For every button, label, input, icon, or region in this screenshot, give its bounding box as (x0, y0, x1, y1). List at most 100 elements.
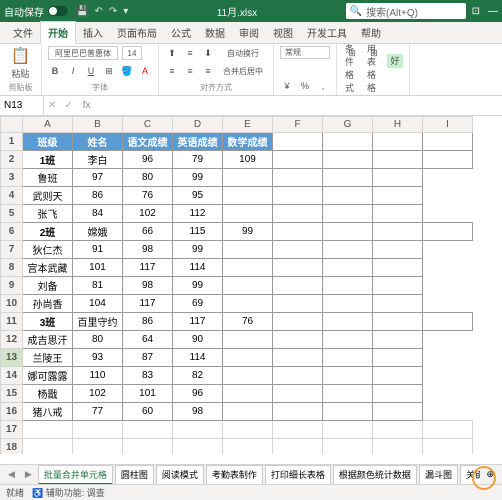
data-cell[interactable]: 99 (223, 223, 273, 241)
search-box[interactable]: 🔍 搜索(Alt+Q) (346, 3, 466, 19)
ribbon-options-icon[interactable]: ⊡ (472, 6, 480, 17)
enter-icon[interactable]: ✓ (60, 100, 76, 111)
currency-icon[interactable]: ¥ (280, 79, 294, 93)
data-cell[interactable]: 82 (173, 367, 223, 385)
select-all-cell[interactable] (1, 117, 23, 133)
sheet-tab[interactable]: 圆柱图 (115, 465, 154, 485)
data-cell[interactable]: 60 (123, 403, 173, 421)
class-cell[interactable]: 2班 (23, 223, 73, 241)
data-cell[interactable]: 102 (73, 385, 123, 403)
font-color-button[interactable]: A (138, 64, 152, 78)
data-cell[interactable]: 112 (173, 205, 223, 223)
col-header-F[interactable]: F (273, 117, 323, 133)
redo-icon[interactable]: ↷ (109, 6, 117, 17)
data-cell[interactable]: 98 (173, 403, 223, 421)
data-cell[interactable]: 90 (173, 331, 223, 349)
font-size-select[interactable]: 14 (122, 46, 142, 60)
data-cell[interactable]: 117 (123, 295, 173, 313)
class-cell[interactable]: 3班 (23, 313, 73, 331)
font-name-select[interactable]: 阿里巴巴普惠体 (48, 46, 118, 60)
conditional-format-button[interactable]: ⊞条件格式 (343, 46, 361, 75)
data-cell[interactable]: 87 (123, 349, 173, 367)
row-header-8[interactable]: 8 (1, 259, 23, 277)
tab-公式[interactable]: 公式 (164, 22, 198, 43)
data-cell[interactable]: 宫本武藏 (23, 259, 73, 277)
align-center-icon[interactable]: ≡ (183, 64, 197, 78)
format-table-button[interactable]: ⊞套用表格格式 (365, 46, 383, 75)
row-header-17[interactable]: 17 (1, 421, 23, 439)
col-header-I[interactable]: I (423, 117, 473, 133)
data-cell[interactable]: 97 (73, 169, 123, 187)
row-header-18[interactable]: 18 (1, 439, 23, 455)
data-cell[interactable]: 110 (73, 367, 123, 385)
row-header-16[interactable]: 16 (1, 403, 23, 421)
data-cell[interactable]: 猪八戒 (23, 403, 73, 421)
border-button[interactable]: ⊞ (102, 64, 116, 78)
undo-icon[interactable]: ↶ (94, 6, 102, 17)
sheet-tab[interactable]: 考勤表制作 (206, 465, 263, 485)
sheet-tab[interactable]: 根据颜色统计数据 (333, 465, 417, 485)
class-cell[interactable]: 1班 (23, 151, 73, 169)
col-header-H[interactable]: H (373, 117, 423, 133)
col-header-C[interactable]: C (123, 117, 173, 133)
row-header-14[interactable]: 14 (1, 367, 23, 385)
data-cell[interactable]: 99 (173, 169, 223, 187)
table-header[interactable]: 语文成绩 (123, 133, 173, 151)
data-cell[interactable]: 79 (173, 151, 223, 169)
tab-开始[interactable]: 开始 (40, 21, 76, 44)
data-cell[interactable]: 114 (173, 259, 223, 277)
data-cell[interactable]: 兰陵王 (23, 349, 73, 367)
align-middle-icon[interactable]: ≡ (183, 46, 197, 60)
sheet-tab[interactable]: 阅读模式 (156, 465, 204, 485)
data-cell[interactable]: 99 (173, 277, 223, 295)
data-cell[interactable]: 李白 (73, 151, 123, 169)
underline-button[interactable]: U (84, 64, 98, 78)
data-cell[interactable]: 76 (123, 187, 173, 205)
data-cell[interactable]: 98 (123, 241, 173, 259)
row-header-6[interactable]: 6 (1, 223, 23, 241)
italic-button[interactable]: I (66, 64, 80, 78)
data-cell[interactable]: 孙尚香 (23, 295, 73, 313)
table-header[interactable]: 姓名 (73, 133, 123, 151)
row-header-4[interactable]: 4 (1, 187, 23, 205)
data-cell[interactable]: 76 (223, 313, 273, 331)
tab-开发工具[interactable]: 开发工具 (300, 22, 354, 43)
data-cell[interactable]: 83 (123, 367, 173, 385)
data-cell[interactable]: 81 (73, 277, 123, 295)
sheet-tab[interactable]: 打印细长表格 (265, 465, 331, 485)
data-cell[interactable]: 杨戬 (23, 385, 73, 403)
data-cell[interactable]: 117 (173, 313, 223, 331)
row-header-3[interactable]: 3 (1, 169, 23, 187)
tab-视图[interactable]: 视图 (266, 22, 300, 43)
data-cell[interactable]: 86 (123, 313, 173, 331)
row-header-11[interactable]: 11 (1, 313, 23, 331)
row-header-10[interactable]: 10 (1, 295, 23, 313)
data-cell[interactable]: 91 (73, 241, 123, 259)
data-cell[interactable]: 69 (173, 295, 223, 313)
data-cell[interactable]: 101 (123, 385, 173, 403)
tab-帮助[interactable]: 帮助 (354, 22, 388, 43)
row-header-5[interactable]: 5 (1, 205, 23, 223)
row-header-1[interactable]: 1 (1, 133, 23, 151)
tab-数据[interactable]: 数据 (198, 22, 232, 43)
percent-icon[interactable]: % (298, 79, 312, 93)
new-sheet-button[interactable]: ⊕ (482, 469, 498, 480)
tab-插入[interactable]: 插入 (76, 22, 110, 43)
data-cell[interactable]: 64 (123, 331, 173, 349)
sheet-tab[interactable]: 关键字求和 (460, 465, 481, 485)
cell-style-good[interactable]: 好 (387, 54, 403, 68)
data-cell[interactable]: 114 (173, 349, 223, 367)
sheet-tab[interactable]: 漏斗图 (419, 465, 458, 485)
data-cell[interactable]: 百里守约 (73, 313, 123, 331)
paste-button[interactable]: 📋粘贴 (6, 46, 35, 80)
worksheet-grid[interactable]: ABCDEFGHI1班级姓名语文成绩英语成绩数学成绩21班李白96791093鲁… (0, 116, 502, 454)
align-left-icon[interactable]: ≡ (165, 64, 179, 78)
data-cell[interactable]: 93 (73, 349, 123, 367)
data-cell[interactable]: 66 (123, 223, 173, 241)
data-cell[interactable]: 武则天 (23, 187, 73, 205)
row-header-13[interactable]: 13 (1, 349, 23, 367)
data-cell[interactable]: 狄仁杰 (23, 241, 73, 259)
col-header-E[interactable]: E (223, 117, 273, 133)
autosave-toggle[interactable]: 自动保存 (4, 4, 68, 19)
data-cell[interactable]: 109 (223, 151, 273, 169)
